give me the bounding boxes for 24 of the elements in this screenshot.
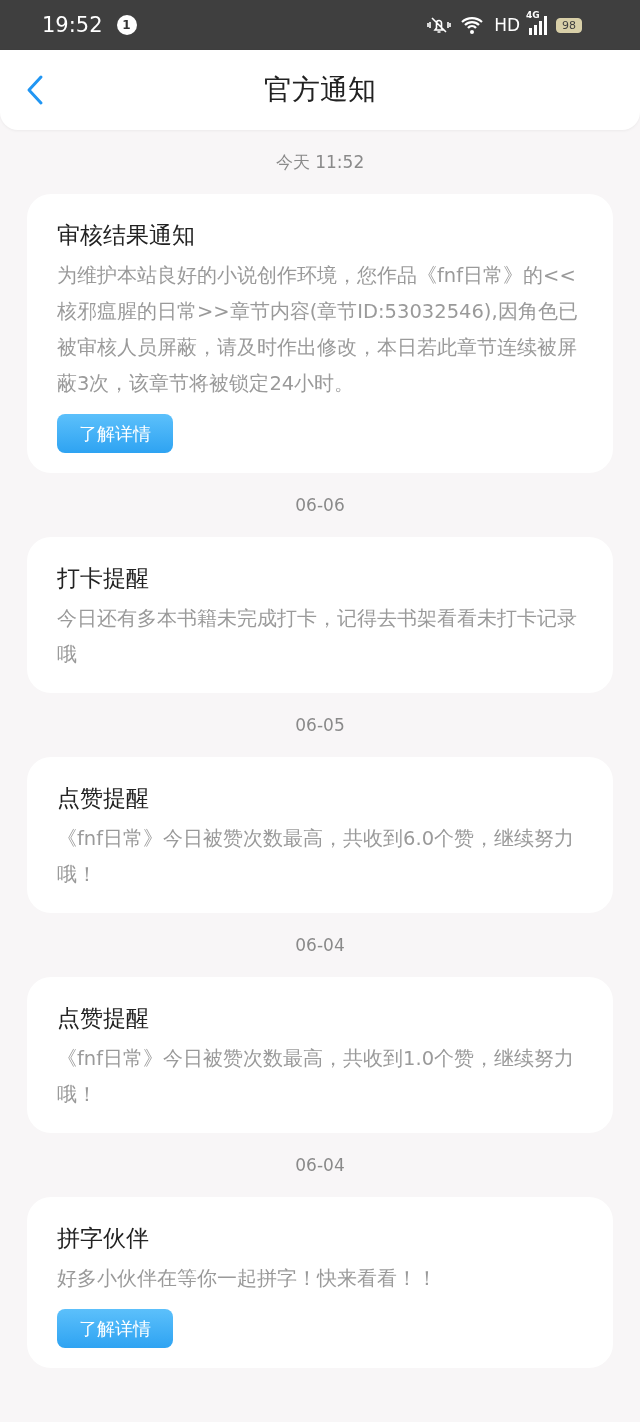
notification-title: 审核结果通知: [57, 221, 196, 250]
date-label: 今天 11:52: [274, 151, 366, 174]
page-title: 官方通知: [264, 72, 376, 108]
date-label: 06-06: [294, 494, 346, 517]
notification-title: 点赞提醒: [57, 1004, 150, 1033]
notification-text: 为维护本站良好的小说创作环境，您作品《fnf日常》的<<核邪瘟腥的日常>>章节内容(章节ID:53032546),因角色已被审核人员屏蔽，请及时作出修改，本日若此章节连续被屏蔽3次，该章节将被锁定24小时。: [57, 263, 579, 397]
notification-text: 好多小伙伴在等你一起拼字！快来看看！！: [57, 1266, 438, 1292]
details-button[interactable]: 了解详情: [57, 414, 173, 453]
notification-title: 拼字伙伴: [57, 1224, 150, 1253]
battery-indicator: 98: [556, 17, 582, 33]
notification-text: 今日还有多本书籍未完成打卡，记得去书架看看未打卡记录哦: [57, 606, 578, 668]
muted-bell-icon: [426, 14, 453, 36]
date-label: 06-04: [294, 934, 346, 957]
date-label: 06-05: [294, 714, 346, 737]
notification-text: 《fnf日常》今日被赞次数最高，共收到6.0个赞，继续努力哦！: [57, 826, 576, 888]
date-label: 06-04: [294, 1154, 346, 1177]
notification-title: 打卡提醒: [57, 564, 150, 593]
signal-type-label: 4G: [526, 10, 540, 20]
network-label: HD: [494, 15, 520, 35]
details-button[interactable]: 了解详情: [57, 1309, 173, 1348]
status-time: 19:52: [42, 13, 103, 37]
notification-title: 点赞提醒: [57, 784, 150, 813]
notification-badge: 1: [116, 15, 137, 35]
notification-text: 《fnf日常》今日被赞次数最高，共收到1.0个赞，继续努力哦！: [57, 1046, 576, 1108]
